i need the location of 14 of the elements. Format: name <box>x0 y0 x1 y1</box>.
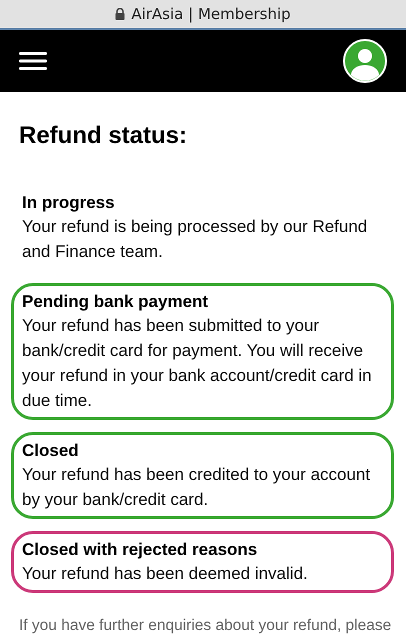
status-description: Your refund has been credited to your account by your bank/credit card. <box>22 464 372 511</box>
browser-title: AirAsia | Membership <box>131 5 291 23</box>
status-description: Your refund has been submitted to your bank/credit card for payment. You will receive your refund in your bank account/credit card in due time. <box>22 315 373 412</box>
status-description: Your refund has been deemed invalid. <box>22 563 309 585</box>
status-title: In progress <box>22 192 116 214</box>
user-avatar-icon[interactable] <box>343 39 387 83</box>
menu-icon[interactable] <box>19 52 47 70</box>
status-title: Closed with rejected reasons <box>22 539 258 561</box>
footer-note: If you have further enquiries about your refund, please <box>19 616 392 636</box>
page-heading: Refund status: <box>19 122 188 150</box>
status-title: Pending bank payment <box>22 291 210 313</box>
status-description: Your refund is being processed by our Refund and Finance team. <box>22 216 368 263</box>
status-title: Closed <box>22 440 80 462</box>
lock-icon <box>115 8 126 20</box>
